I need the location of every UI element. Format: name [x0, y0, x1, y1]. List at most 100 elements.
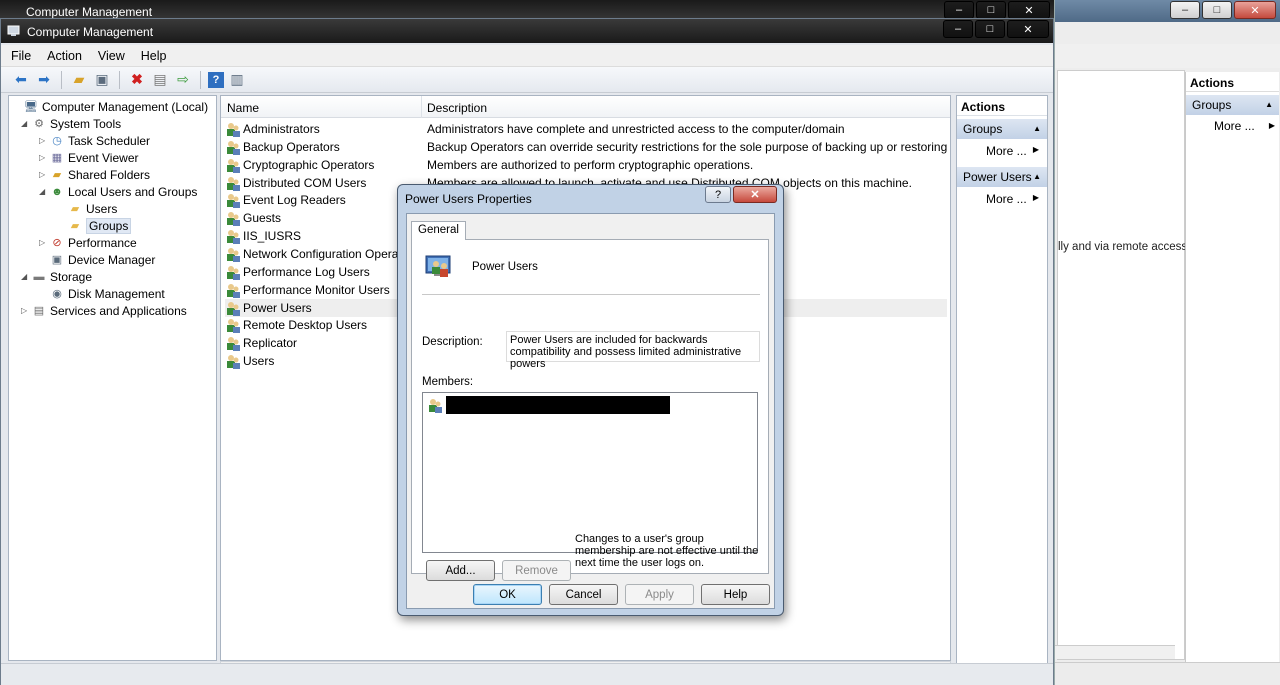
description-label: Description:	[422, 336, 483, 348]
tree-item-label: Users	[86, 201, 118, 216]
tab-general[interactable]: General	[411, 221, 466, 240]
forward-arrow-icon[interactable]: ➡	[34, 70, 54, 90]
list-header: Name Description	[221, 96, 950, 118]
tree-item-label: Shared Folders	[68, 167, 151, 182]
list-item[interactable]	[427, 396, 670, 414]
delete-icon[interactable]: ✖	[127, 70, 147, 90]
back-arrow-icon[interactable]: ⬅	[11, 70, 31, 90]
up-folder-icon[interactable]: ▰	[69, 70, 89, 90]
table-row[interactable]: Backup Operators Backup Operators can ove…	[225, 138, 950, 156]
users-icon: ☻	[51, 185, 63, 198]
maximize-button[interactable]: □	[975, 20, 1005, 38]
submenu-arrow-icon: ▶	[1268, 121, 1275, 130]
actions-more-power-users[interactable]: More ... ▶	[957, 187, 1047, 209]
show-hide-tree-icon[interactable]: ▣	[92, 70, 112, 90]
tree-item[interactable]: ▰ Groups	[57, 217, 132, 234]
group-icon	[227, 355, 240, 370]
disk-icon: ◉	[52, 288, 62, 300]
help-button[interactable]: Help	[701, 584, 770, 605]
dialog-close-button[interactable]: ✕	[733, 186, 777, 203]
expand-arrow-icon[interactable]: ▷	[39, 238, 49, 247]
close-button[interactable]: ✕	[1007, 20, 1049, 38]
column-separator[interactable]	[421, 96, 422, 118]
cancel-button[interactable]: Cancel	[549, 584, 618, 605]
expand-arrow-icon[interactable]: ◢	[21, 272, 31, 281]
expand-arrow-icon[interactable]: ▷	[39, 136, 49, 145]
add-button[interactable]: Add...	[426, 560, 495, 581]
tree-item[interactable]: ▣ Device Manager	[39, 251, 156, 268]
tree-item[interactable]: ▷ ▰ Shared Folders	[39, 166, 150, 183]
back-maximize-button[interactable]: □	[976, 1, 1006, 19]
actions-section-groups[interactable]: Groups ▲	[957, 119, 1047, 139]
group-icon	[227, 230, 240, 245]
export-list-icon[interactable]: ⇨	[173, 70, 193, 90]
actions-section-label: Groups	[963, 122, 1003, 136]
console-tree: 🖥 Computer Management (Local) ◢ ⚙ System Too…	[8, 95, 217, 661]
tree-item-label: System Tools	[50, 116, 122, 131]
divider	[422, 294, 760, 295]
membership-note: Changes to a user's group membership are…	[575, 533, 759, 569]
expand-arrow-icon[interactable]: ◢	[39, 187, 49, 196]
minimize-button[interactable]: ‒	[943, 20, 973, 38]
back-right-maximize-button[interactable]: □	[1202, 1, 1232, 19]
column-header-name[interactable]: Name	[227, 101, 259, 115]
expand-arrow-icon[interactable]: ▷	[39, 153, 49, 162]
back-window-hscroll[interactable]	[1055, 645, 1175, 659]
actions-section-label: Power Users	[963, 170, 1032, 184]
back-actions-header: Actions	[1186, 72, 1279, 92]
properties-icon[interactable]: ▤	[150, 70, 170, 90]
show-hide-action-pane-icon[interactable]: ▥	[227, 70, 247, 90]
table-row[interactable]: Cryptographic Operators Members are autho…	[225, 156, 947, 174]
back-close-button[interactable]: ✕	[1008, 1, 1050, 19]
back-right-minimize-button[interactable]: ‒	[1170, 1, 1200, 19]
tree-item[interactable]: ▰ Users	[57, 200, 118, 217]
tree-item[interactable]: ▷ ⊘ Performance	[39, 234, 137, 251]
group-icon	[227, 140, 240, 155]
dialog-help-button[interactable]: ?	[705, 186, 731, 203]
actions-section-power-users[interactable]: Power Users ▲	[957, 167, 1047, 187]
back-window-list-text: lly and via remote access	[1058, 241, 1188, 253]
back-actions-more-label: More ...	[1214, 119, 1255, 133]
remove-button[interactable]: Remove	[502, 560, 571, 581]
menu-help[interactable]: Help	[141, 49, 167, 63]
clock-icon: ◷	[52, 135, 62, 147]
help-icon[interactable]: ?	[208, 71, 224, 88]
tree-item-label: Event Viewer	[68, 150, 139, 165]
menu-view[interactable]: View	[98, 49, 125, 63]
tree-item[interactable]: 🖥 Computer Management (Local)	[13, 98, 208, 115]
group-name-cell: Cryptographic Operators	[243, 157, 375, 172]
submenu-arrow-icon: ▶	[1032, 145, 1039, 154]
description-field[interactable]: Power Users are included for backwards c…	[506, 331, 760, 370]
actions-more-groups[interactable]: More ... ▶	[957, 139, 1047, 161]
group-icon	[227, 212, 240, 227]
tree-item[interactable]: ◢ ☻ Local Users and Groups	[39, 183, 197, 200]
services-icon: ▤	[33, 305, 45, 317]
main-window-titlebar: Computer Management ‒ □ ✕	[1, 19, 1053, 43]
expand-arrow-icon[interactable]: ▷	[21, 306, 31, 315]
back-right-close-button[interactable]: ✕	[1234, 1, 1276, 19]
tree-item[interactable]: ◢ ⚙ System Tools	[21, 115, 121, 132]
apply-button[interactable]: Apply	[625, 584, 694, 605]
ok-button[interactable]: OK	[473, 584, 542, 605]
tree-item[interactable]: ◢ ▬ Storage	[21, 268, 92, 285]
tree-item[interactable]: ◉ Disk Management	[39, 285, 165, 302]
expand-arrow-icon[interactable]: ◢	[21, 119, 31, 128]
tree-item-label: Computer Management (Local)	[42, 99, 209, 114]
group-description-cell: Members are authorized to perform crypto…	[427, 157, 754, 172]
members-label: Members:	[422, 376, 474, 388]
tree-item[interactable]: ▷ ◷ Task Scheduler	[39, 132, 150, 149]
members-list[interactable]	[422, 392, 758, 553]
back-actions-more[interactable]: More ... ▶	[1186, 115, 1279, 133]
tree-item[interactable]: ▷ ▤ Services and Applications	[21, 302, 187, 319]
group-icon	[227, 158, 240, 173]
table-row[interactable]: Administrators Administrators have comple…	[225, 120, 947, 138]
back-minimize-button[interactable]: ‒	[944, 1, 974, 19]
status-bar	[1, 663, 1053, 685]
expand-arrow-icon[interactable]: ▷	[39, 170, 49, 179]
menu-file[interactable]: File	[11, 49, 31, 63]
tree-item[interactable]: ▷ ▦ Event Viewer	[39, 149, 138, 166]
back-actions-section-groups[interactable]: Groups ▲	[1186, 95, 1279, 115]
toolbar-separator	[119, 70, 120, 89]
column-header-description[interactable]: Description	[427, 101, 487, 115]
menu-action[interactable]: Action	[47, 49, 82, 63]
